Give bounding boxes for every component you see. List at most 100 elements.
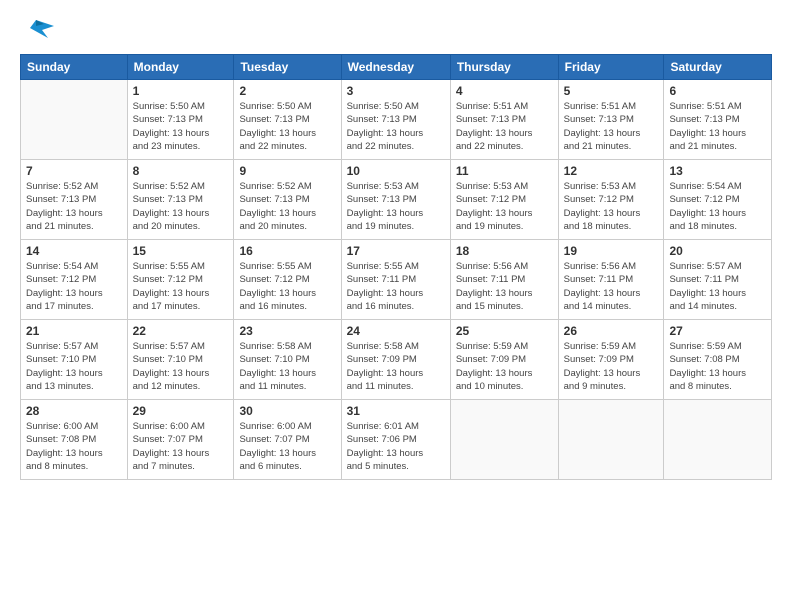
day-info: Sunrise: 5:51 AM Sunset: 7:13 PM Dayligh… (669, 100, 766, 153)
day-number: 25 (456, 324, 553, 338)
day-number: 24 (347, 324, 445, 338)
day-number: 16 (239, 244, 335, 258)
day-number: 10 (347, 164, 445, 178)
calendar-cell: 27 Sunrise: 5:59 AM Sunset: 7:08 PM Dayli… (664, 320, 772, 400)
calendar-cell: 21 Sunrise: 5:57 AM Sunset: 7:10 PM Dayli… (21, 320, 128, 400)
day-info: Sunrise: 5:50 AM Sunset: 7:13 PM Dayligh… (239, 100, 335, 153)
day-info: Sunrise: 6:00 AM Sunset: 7:07 PM Dayligh… (239, 420, 335, 473)
calendar-cell: 3Sunrise: 5:50 AM Sunset: 7:13 PM Daylig… (341, 80, 450, 160)
calendar-cell (664, 400, 772, 480)
calendar-cell: 22Sunrise: 5:57 AM Sunset: 7:10 PM Dayli… (127, 320, 234, 400)
header (20, 16, 772, 44)
calendar-cell: 4 Sunrise: 5:51 AM Sunset: 7:13 PM Daylig… (450, 80, 558, 160)
day-header-tuesday: Tuesday (234, 55, 341, 80)
day-info: Sunrise: 5:56 AM Sunset: 7:11 PM Dayligh… (564, 260, 659, 313)
calendar-cell: 13 Sunrise: 5:54 AM Sunset: 7:12 PM Dayli… (664, 160, 772, 240)
calendar-cell (558, 400, 664, 480)
day-number: 1 (133, 84, 229, 98)
day-number: 4 (456, 84, 553, 98)
day-number: 17 (347, 244, 445, 258)
day-number: 18 (456, 244, 553, 258)
day-number: 7 (26, 164, 122, 178)
day-info: Sunrise: 5:52 AM Sunset: 7:13 PM Dayligh… (239, 180, 335, 233)
day-number: 23 (239, 324, 335, 338)
calendar-body: 1 Sunrise: 5:50 AM Sunset: 7:13 PM Daylig… (21, 80, 772, 480)
day-number: 15 (133, 244, 229, 258)
day-info: Sunrise: 5:55 AM Sunset: 7:11 PM Dayligh… (347, 260, 445, 313)
day-header-friday: Friday (558, 55, 664, 80)
day-number: 14 (26, 244, 122, 258)
calendar-cell: 15 Sunrise: 5:55 AM Sunset: 7:12 PM Dayli… (127, 240, 234, 320)
day-info: Sunrise: 5:57 AM Sunset: 7:11 PM Dayligh… (669, 260, 766, 313)
day-header-saturday: Saturday (664, 55, 772, 80)
week-row-2: 7 Sunrise: 5:52 AM Sunset: 7:13 PM Daylig… (21, 160, 772, 240)
day-info: Sunrise: 5:59 AM Sunset: 7:08 PM Dayligh… (669, 340, 766, 393)
day-info: Sunrise: 5:56 AM Sunset: 7:11 PM Dayligh… (456, 260, 553, 313)
day-info: Sunrise: 5:51 AM Sunset: 7:13 PM Dayligh… (456, 100, 553, 153)
day-info: Sunrise: 5:50 AM Sunset: 7:13 PM Dayligh… (133, 100, 229, 153)
calendar-cell: 25 Sunrise: 5:59 AM Sunset: 7:09 PM Dayli… (450, 320, 558, 400)
day-info: Sunrise: 5:59 AM Sunset: 7:09 PM Dayligh… (456, 340, 553, 393)
day-number: 26 (564, 324, 659, 338)
calendar-cell: 30 Sunrise: 6:00 AM Sunset: 7:07 PM Dayli… (234, 400, 341, 480)
logo (20, 16, 56, 44)
calendar-cell (21, 80, 128, 160)
day-number: 22 (133, 324, 229, 338)
day-number: 30 (239, 404, 335, 418)
calendar-cell: 26 Sunrise: 5:59 AM Sunset: 7:09 PM Dayli… (558, 320, 664, 400)
day-info: Sunrise: 6:00 AM Sunset: 7:07 PM Dayligh… (133, 420, 229, 473)
week-row-1: 1 Sunrise: 5:50 AM Sunset: 7:13 PM Daylig… (21, 80, 772, 160)
day-number: 20 (669, 244, 766, 258)
day-info: Sunrise: 5:55 AM Sunset: 7:12 PM Dayligh… (239, 260, 335, 313)
calendar-cell: 31 Sunrise: 6:01 AM Sunset: 7:06 PM Dayli… (341, 400, 450, 480)
calendar-cell: 16 Sunrise: 5:55 AM Sunset: 7:12 PM Dayli… (234, 240, 341, 320)
calendar-cell: 8Sunrise: 5:52 AM Sunset: 7:13 PM Daylig… (127, 160, 234, 240)
calendar-cell (450, 400, 558, 480)
day-number: 11 (456, 164, 553, 178)
calendar-header-row: SundayMondayTuesdayWednesdayThursdayFrid… (21, 55, 772, 80)
week-row-4: 21 Sunrise: 5:57 AM Sunset: 7:10 PM Dayli… (21, 320, 772, 400)
calendar-cell: 23Sunrise: 5:58 AM Sunset: 7:10 PM Dayli… (234, 320, 341, 400)
day-info: Sunrise: 5:51 AM Sunset: 7:13 PM Dayligh… (564, 100, 659, 153)
day-number: 12 (564, 164, 659, 178)
day-number: 31 (347, 404, 445, 418)
day-header-monday: Monday (127, 55, 234, 80)
calendar-table: SundayMondayTuesdayWednesdayThursdayFrid… (20, 54, 772, 480)
week-row-5: 28 Sunrise: 6:00 AM Sunset: 7:08 PM Dayli… (21, 400, 772, 480)
week-row-3: 14 Sunrise: 5:54 AM Sunset: 7:12 PM Dayli… (21, 240, 772, 320)
calendar-cell: 12 Sunrise: 5:53 AM Sunset: 7:12 PM Dayli… (558, 160, 664, 240)
day-number: 6 (669, 84, 766, 98)
day-info: Sunrise: 5:57 AM Sunset: 7:10 PM Dayligh… (26, 340, 122, 393)
day-number: 2 (239, 84, 335, 98)
day-info: Sunrise: 6:00 AM Sunset: 7:08 PM Dayligh… (26, 420, 122, 473)
day-info: Sunrise: 5:53 AM Sunset: 7:12 PM Dayligh… (456, 180, 553, 233)
calendar-cell: 17 Sunrise: 5:55 AM Sunset: 7:11 PM Dayli… (341, 240, 450, 320)
day-number: 21 (26, 324, 122, 338)
day-number: 5 (564, 84, 659, 98)
day-info: Sunrise: 5:53 AM Sunset: 7:12 PM Dayligh… (564, 180, 659, 233)
day-number: 9 (239, 164, 335, 178)
day-number: 28 (26, 404, 122, 418)
day-info: Sunrise: 5:50 AM Sunset: 7:13 PM Dayligh… (347, 100, 445, 153)
calendar-cell: 19 Sunrise: 5:56 AM Sunset: 7:11 PM Dayli… (558, 240, 664, 320)
calendar-cell: 1 Sunrise: 5:50 AM Sunset: 7:13 PM Daylig… (127, 80, 234, 160)
day-number: 27 (669, 324, 766, 338)
calendar-cell: 7Sunrise: 5:52 AM Sunset: 7:13 PM Daylig… (21, 160, 128, 240)
day-info: Sunrise: 5:54 AM Sunset: 7:12 PM Dayligh… (669, 180, 766, 233)
day-info: Sunrise: 5:52 AM Sunset: 7:13 PM Dayligh… (133, 180, 229, 233)
day-header-sunday: Sunday (21, 55, 128, 80)
calendar-cell: 29Sunrise: 6:00 AM Sunset: 7:07 PM Dayli… (127, 400, 234, 480)
day-info: Sunrise: 5:54 AM Sunset: 7:12 PM Dayligh… (26, 260, 122, 313)
calendar-cell: 6 Sunrise: 5:51 AM Sunset: 7:13 PM Daylig… (664, 80, 772, 160)
calendar-cell: 9 Sunrise: 5:52 AM Sunset: 7:13 PM Daylig… (234, 160, 341, 240)
day-header-thursday: Thursday (450, 55, 558, 80)
day-info: Sunrise: 5:58 AM Sunset: 7:09 PM Dayligh… (347, 340, 445, 393)
calendar-cell: 10Sunrise: 5:53 AM Sunset: 7:13 PM Dayli… (341, 160, 450, 240)
day-info: Sunrise: 5:59 AM Sunset: 7:09 PM Dayligh… (564, 340, 659, 393)
day-info: Sunrise: 6:01 AM Sunset: 7:06 PM Dayligh… (347, 420, 445, 473)
day-info: Sunrise: 5:55 AM Sunset: 7:12 PM Dayligh… (133, 260, 229, 313)
day-number: 13 (669, 164, 766, 178)
calendar-cell: 14 Sunrise: 5:54 AM Sunset: 7:12 PM Dayli… (21, 240, 128, 320)
day-number: 19 (564, 244, 659, 258)
calendar-cell: 5 Sunrise: 5:51 AM Sunset: 7:13 PM Daylig… (558, 80, 664, 160)
